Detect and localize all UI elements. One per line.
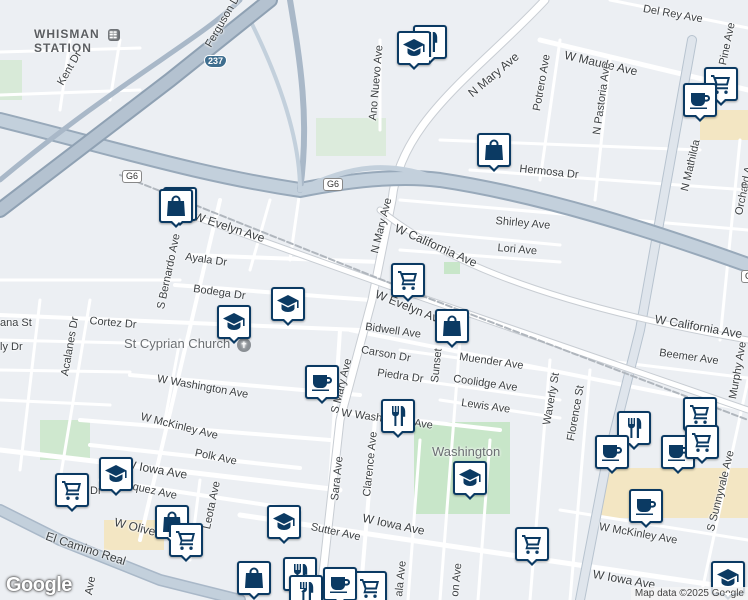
google-logo[interactable]: Google	[6, 574, 72, 597]
restaurant-marker[interactable]	[289, 575, 323, 600]
school-marker[interactable]	[453, 461, 487, 500]
cafe-marker[interactable]	[629, 489, 663, 528]
shopping-icon	[242, 566, 266, 590]
park-green-area	[316, 118, 386, 156]
shopping-icon	[440, 314, 464, 338]
park-small	[444, 262, 460, 274]
cafe-marker[interactable]	[683, 83, 717, 122]
street-label: e	[741, 179, 748, 191]
cafe-icon	[310, 370, 334, 394]
station-name-line2: STATION	[34, 41, 92, 55]
cafe-marker[interactable]	[595, 435, 629, 474]
shopping-icon	[164, 194, 188, 218]
cafe-icon	[328, 572, 352, 596]
grocery-icon	[690, 430, 714, 454]
school-icon	[272, 510, 296, 534]
poi-name: Washington	[432, 444, 501, 459]
shopping-icon	[482, 138, 506, 162]
poi-name: St Cyprian Church	[124, 336, 231, 351]
route-shield-g6: G6	[323, 178, 344, 191]
cafe-icon	[688, 88, 712, 112]
route-shield-237: 237	[204, 55, 228, 68]
street-label: ly Dr	[0, 341, 23, 353]
transit-icon: ☷	[107, 28, 120, 41]
grocery-marker[interactable]	[515, 527, 549, 566]
street-label: ana St	[0, 317, 32, 329]
cafe-icon	[634, 494, 658, 518]
school-icon	[222, 310, 246, 334]
school-marker[interactable]	[271, 287, 305, 326]
grocery-icon	[520, 532, 544, 556]
route-shield-g6: G6	[122, 170, 143, 183]
map-canvas[interactable]: WHISMAN ☷ STATION St Cyprian Church ✝ Was…	[0, 0, 748, 600]
grocery-marker[interactable]	[55, 473, 89, 512]
school-marker[interactable]	[99, 457, 133, 496]
restaurant-marker[interactable]	[381, 399, 415, 438]
school-marker[interactable]	[267, 505, 301, 544]
poi-washington-park[interactable]: Washington	[432, 444, 500, 459]
school-icon	[458, 466, 482, 490]
cafe-marker[interactable]	[305, 365, 339, 404]
station-name-line1: WHISMAN	[34, 27, 100, 41]
grocery-icon	[60, 478, 84, 502]
shopping-marker[interactable]	[477, 133, 511, 172]
grocery-icon	[688, 402, 712, 426]
school-marker[interactable]	[217, 305, 251, 344]
shopping-marker[interactable]	[237, 561, 271, 600]
route-shield-g6: G6	[741, 270, 748, 283]
school-icon	[402, 36, 426, 60]
cafe-marker[interactable]	[323, 567, 357, 600]
grocery-marker[interactable]	[353, 571, 387, 600]
shopping-marker[interactable]	[435, 309, 469, 348]
grocery-marker[interactable]	[391, 263, 425, 302]
cafe-icon	[600, 440, 624, 464]
shopping-marker[interactable]	[159, 189, 193, 228]
school-icon	[104, 462, 128, 486]
restaurant-icon	[386, 404, 410, 428]
grocery-icon	[174, 528, 198, 552]
grocery-icon	[396, 268, 420, 292]
school-icon	[276, 292, 300, 316]
grocery-icon	[358, 576, 382, 600]
